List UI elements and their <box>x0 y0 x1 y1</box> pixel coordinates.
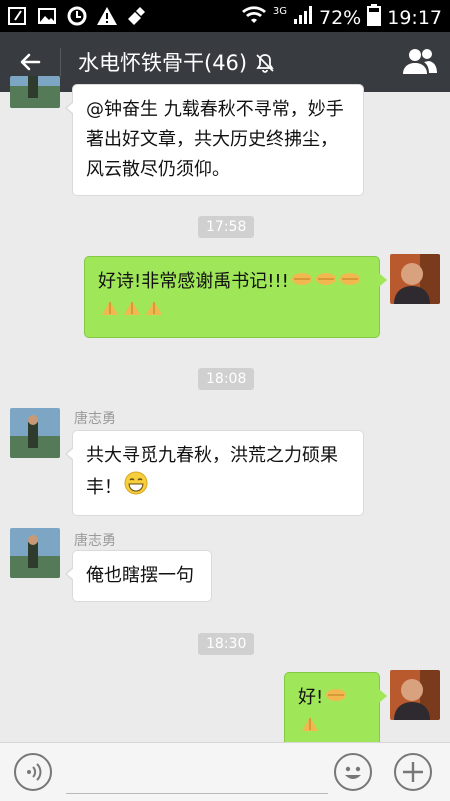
message-bubble[interactable]: 共大寻觅九春秋，洪荒之力硕果丰！ <box>65 430 364 516</box>
handshake-icon <box>291 267 313 297</box>
avatar-self[interactable] <box>390 670 440 720</box>
message-bubble[interactable]: 俺也瞎摆一句 <box>65 550 212 602</box>
sender-name: 唐志勇 <box>74 533 116 549</box>
sync-icon <box>66 5 88 27</box>
wifi-icon <box>241 5 267 30</box>
signal-icon <box>293 5 313 30</box>
message-text: @钟奋生 九载春秋不寻常，妙手著出好文章，共大历史终拂尘，风云散尽仍须仰。 <box>86 99 344 180</box>
message-input[interactable] <box>66 757 328 794</box>
voice-button[interactable] <box>14 753 52 791</box>
image-icon <box>36 5 58 27</box>
title-bar: 水电怀铁骨干(46) <box>0 32 450 92</box>
input-bar <box>0 742 450 801</box>
voice-icon <box>27 763 42 781</box>
back-button[interactable] <box>14 46 46 78</box>
bow-icon <box>144 297 164 327</box>
avatar-tang-zhiyong[interactable] <box>10 528 60 578</box>
avatar-self[interactable] <box>390 254 440 304</box>
avatar-tang-zhiyong[interactable] <box>10 76 60 108</box>
battery-icon <box>367 4 382 31</box>
grin-icon <box>124 471 148 505</box>
title-divider <box>60 48 61 76</box>
cleaner-icon <box>126 5 148 27</box>
emoji-button[interactable] <box>334 753 372 791</box>
message-bubble[interactable]: @钟奋生 九载春秋不寻常，妙手著出好文章，共大历史终拂尘，风云散尽仍须仰。 <box>65 84 364 196</box>
group-members-button[interactable] <box>402 46 438 78</box>
bow-icon <box>100 297 120 327</box>
sender-name: 唐志勇 <box>74 411 116 427</box>
more-button[interactable] <box>394 753 432 791</box>
timestamp: 17:58 <box>198 216 255 238</box>
warning-icon <box>96 5 118 27</box>
message-text: 俺也瞎摆一句 <box>86 565 194 586</box>
handshake-icon <box>339 267 361 297</box>
mute-bell-icon <box>256 54 274 73</box>
chat-title: 水电怀铁骨干(46) <box>78 51 248 75</box>
handshake-icon <box>315 267 337 297</box>
avatar-tang-zhiyong[interactable] <box>10 408 60 458</box>
timestamp: 18:08 <box>198 368 255 390</box>
clock: 19:17 <box>387 6 442 29</box>
alert-icon <box>6 5 28 27</box>
message-bubble[interactable]: 好诗!非常感谢禹书记!!! <box>84 256 387 338</box>
back-arrow-icon <box>20 53 41 71</box>
smiley-icon <box>345 766 361 779</box>
timestamp: 18:30 <box>198 633 255 655</box>
message-text: 好! <box>298 687 324 708</box>
bow-icon <box>300 713 320 743</box>
battery-level: 72% <box>319 6 362 29</box>
plus-icon <box>403 762 423 782</box>
status-bar: 3G 72% 19:17 <box>0 0 450 32</box>
handshake-icon <box>325 683 347 713</box>
bow-icon <box>122 297 142 327</box>
network-type: 3G <box>272 6 287 17</box>
message-text: 好诗!非常感谢禹书记!!! <box>98 271 289 292</box>
group-icon <box>403 49 437 74</box>
